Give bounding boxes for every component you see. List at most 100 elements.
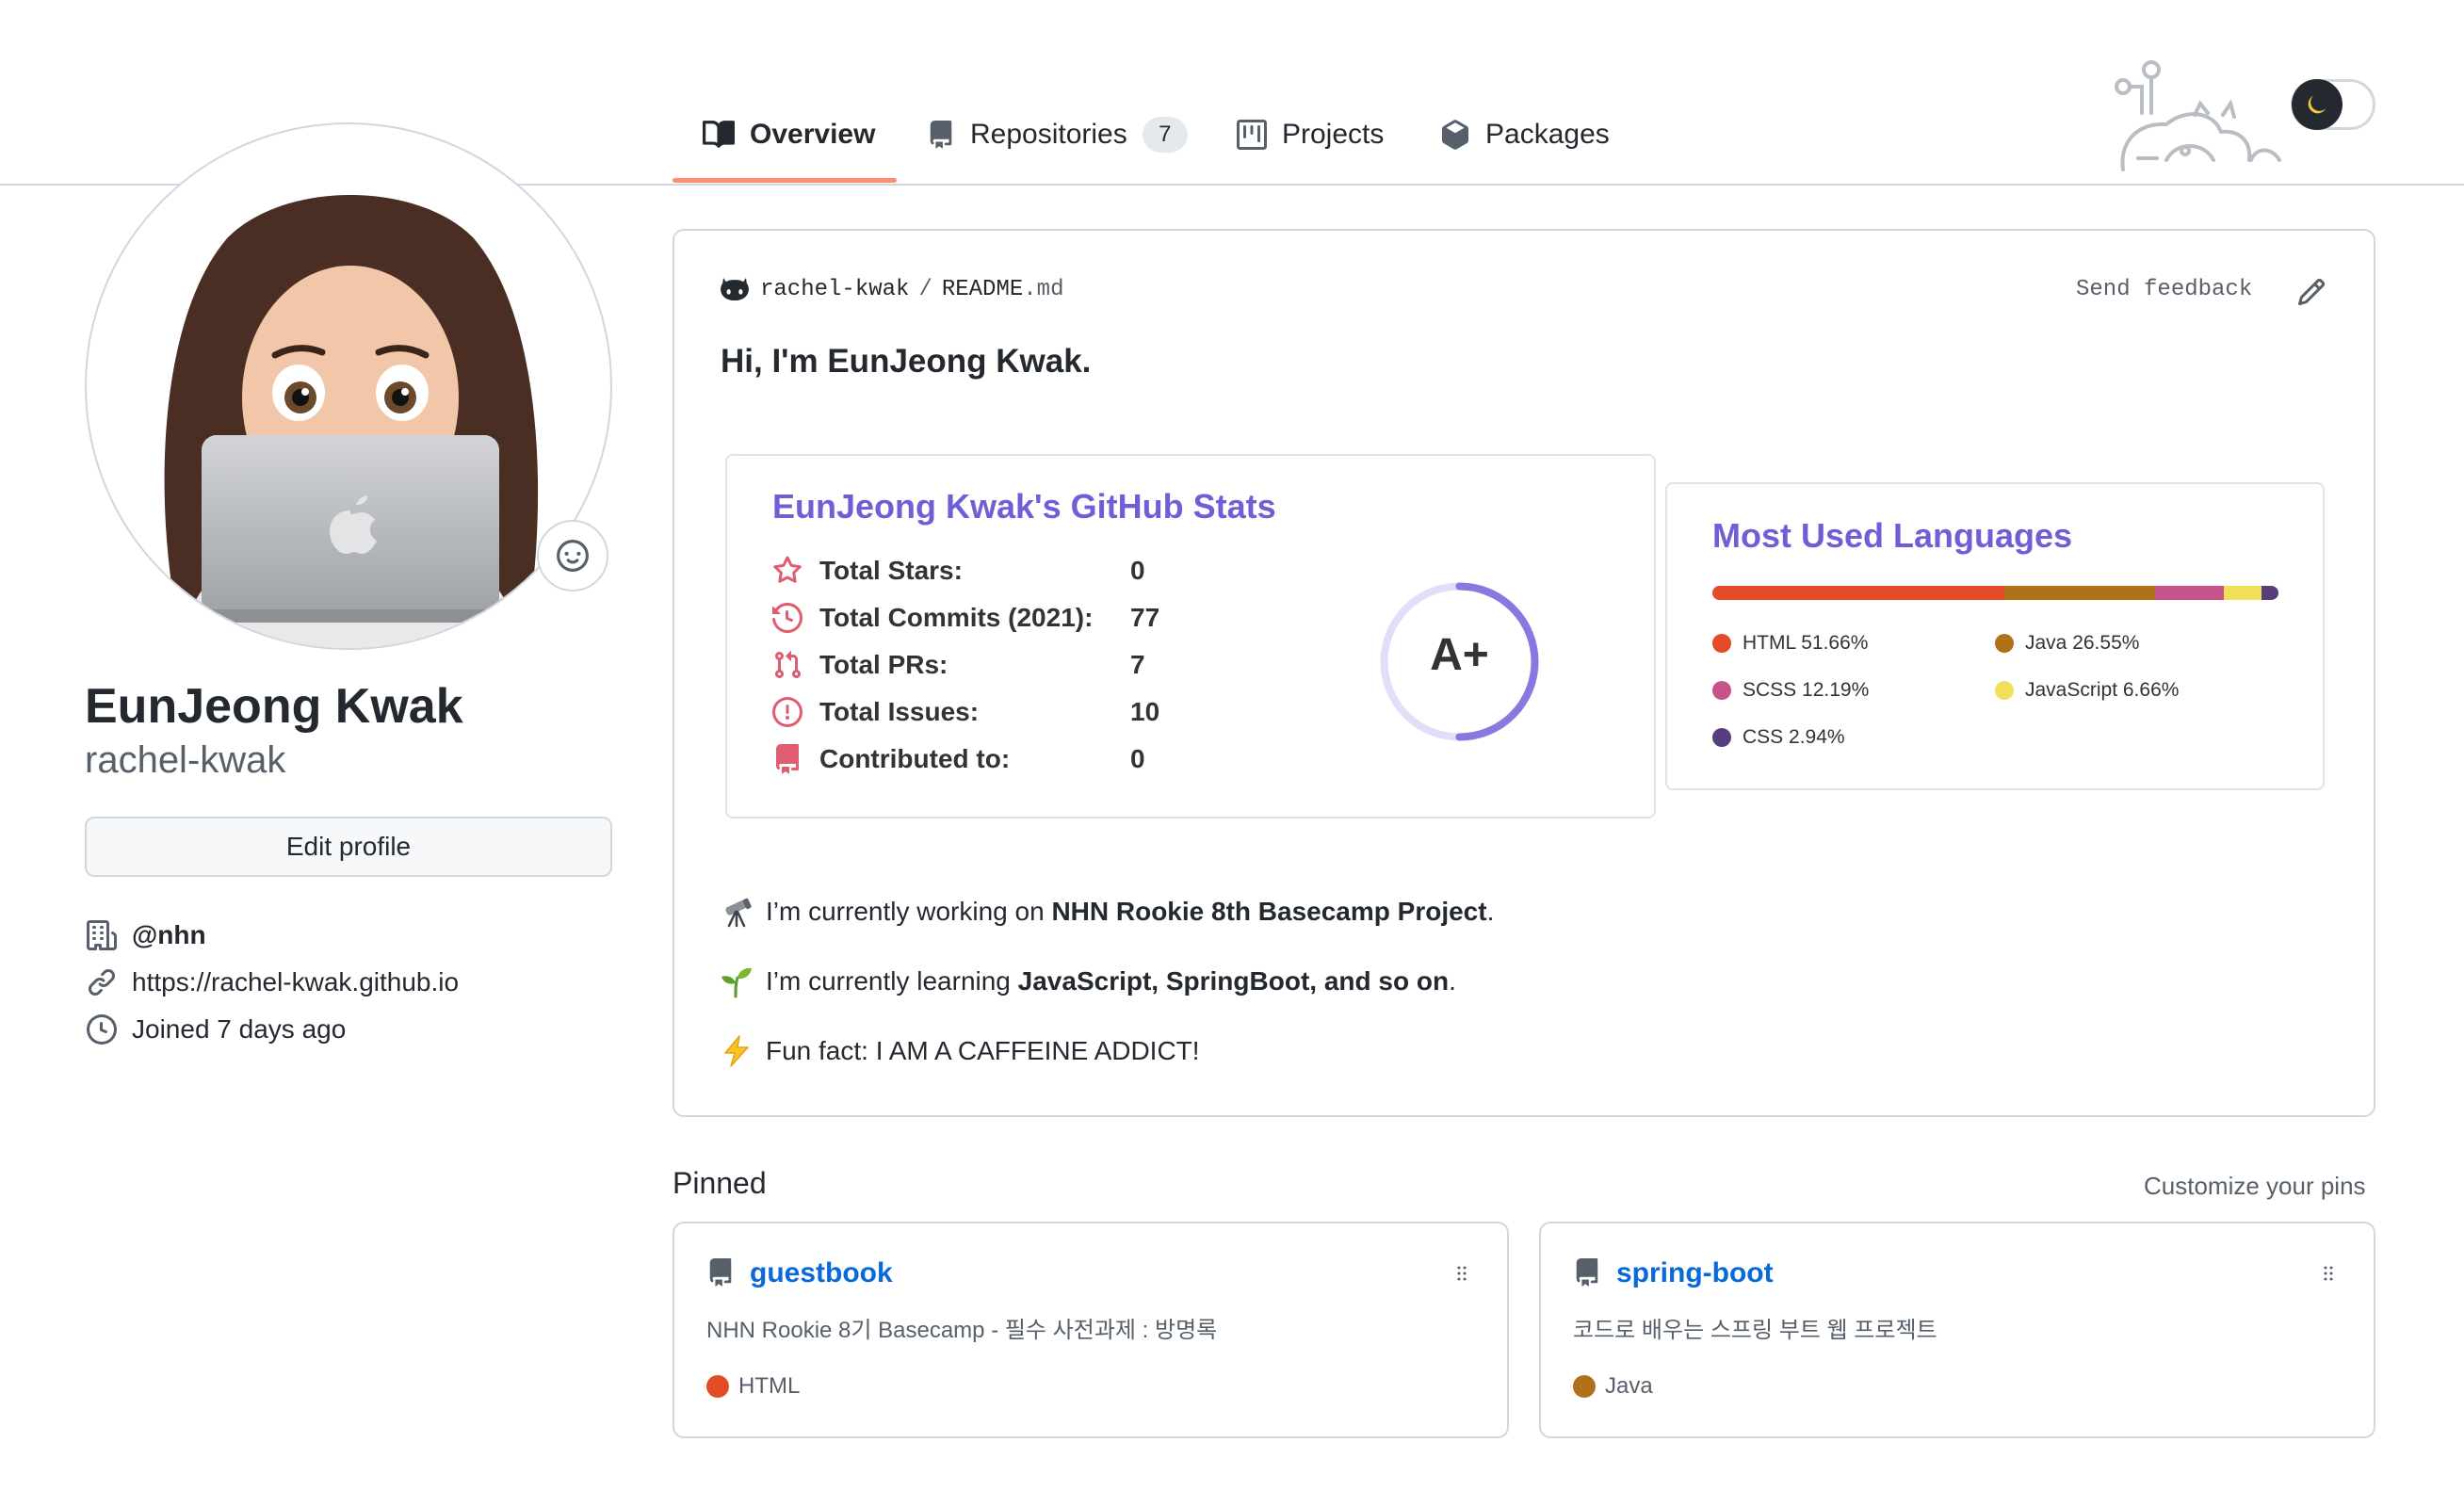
readme-bullet-working: I’m currently working on NHN Rookie 8th … (719, 891, 1494, 932)
lang-dot (1995, 681, 2014, 700)
edit-profile-button[interactable]: Edit profile (85, 817, 612, 877)
stat-row-commits: Total Commits (2021): 77 (770, 599, 1159, 637)
language-color-dot (706, 1375, 729, 1398)
bullet-text-end: . (1486, 897, 1495, 926)
readme-filename[interactable]: README (942, 277, 1023, 302)
pinned-repo-description: NHN Rookie 8기 Basecamp - 필수 사전과제 : 방명록 (706, 1318, 1218, 1343)
bullet-bold-text: JavaScript, SpringBoot, and so on (1017, 966, 1450, 996)
stat-row-prs: Total PRs: 7 (770, 646, 1145, 684)
stat-label: Total PRs: (819, 650, 948, 679)
lang-dot (1712, 681, 1731, 700)
organization-icon (85, 918, 119, 952)
stat-value: 0 (1130, 556, 1145, 585)
readme-owner[interactable]: rachel-kwak (760, 277, 909, 302)
languages-progress-bar (1712, 586, 2278, 600)
send-feedback-link[interactable]: Send feedback (2076, 277, 2252, 302)
stat-row-stars: Total Stars: 0 (770, 552, 1145, 590)
repo-icon (770, 742, 804, 776)
stats-card-title: EunJeong Kwak's GitHub Stats (772, 487, 1276, 526)
repo-icon (1573, 1257, 1601, 1288)
pinned-repo-language: HTML (706, 1373, 800, 1400)
tab-repositories[interactable]: Repositories 7 (927, 105, 1188, 164)
active-tab-indicator (673, 178, 897, 183)
lang-legend-scss: SCSS 12.19% (1712, 674, 1869, 706)
lang-legend-java: Java 26.55% (1995, 627, 2139, 659)
readme-bullet-learning: I’m currently learning JavaScript, Sprin… (719, 961, 1456, 1002)
lightning-icon (719, 1033, 754, 1069)
repo-icon (706, 1257, 735, 1288)
moon-icon (2292, 79, 2342, 130)
lang-dot (1712, 728, 1731, 747)
lang-legend-javascript: JavaScript 6.66% (1995, 674, 2179, 706)
tab-overview[interactable]: Overview (703, 105, 875, 164)
languages-card-title: Most Used Languages (1712, 516, 2073, 555)
grade-text: A+ (1430, 630, 1489, 680)
bullet-text: Fun fact: I AM A CAFFEINE ADDICT! (766, 1036, 1200, 1065)
readme-path-separator: / (918, 276, 932, 302)
pinned-section-title: Pinned (673, 1166, 767, 1200)
package-icon (1440, 120, 1470, 150)
readme-extension: .md (1023, 276, 1064, 302)
website-link[interactable]: https://rachel-kwak.github.io (132, 967, 459, 997)
tab-packages-label: Packages (1485, 119, 1610, 150)
pinned-repo-language-label: HTML (738, 1373, 801, 1399)
tab-repositories-label: Repositories (970, 119, 1127, 150)
stat-label: Total Stars: (819, 556, 963, 585)
lang-legend-label: SCSS 12.19% (1743, 679, 1870, 701)
stat-row-contributed: Contributed to: 0 (770, 740, 1145, 778)
project-icon (1237, 120, 1267, 150)
drag-handle-icon[interactable] (1451, 1260, 1473, 1287)
lang-legend-label: Java 26.55% (2025, 632, 2140, 654)
tab-packages[interactable]: Packages (1440, 105, 1610, 164)
readme-path: rachel-kwak / README.md (719, 275, 1063, 303)
smiley-icon (557, 540, 589, 572)
clock-icon (85, 1013, 119, 1046)
tab-projects-label: Projects (1282, 119, 1385, 150)
profile-joined: Joined 7 days ago (85, 1009, 346, 1050)
language-color-dot (1573, 1375, 1596, 1398)
stat-value: 77 (1130, 603, 1160, 632)
seedling-icon (719, 964, 754, 999)
pinned-repo-name[interactable]: guestbook (750, 1257, 893, 1289)
stat-label: Total Commits (2021): (819, 603, 1094, 632)
bullet-text: I’m currently working on (766, 897, 1052, 926)
pinned-repo-name[interactable]: spring-boot (1616, 1257, 1774, 1289)
history-icon (770, 601, 804, 635)
profile-organization: @nhn (85, 915, 206, 956)
lang-legend-label: JavaScript 6.66% (2025, 679, 2180, 701)
theme-toggle[interactable] (2291, 79, 2375, 130)
organization-name[interactable]: @nhn (132, 920, 206, 950)
readme-heading: Hi, I'm EunJeong Kwak. (721, 343, 1092, 380)
book-icon (703, 119, 735, 151)
avatar[interactable] (85, 122, 612, 650)
pinned-repo-language: Java (1573, 1373, 1653, 1400)
edit-readme-button[interactable] (2296, 277, 2326, 307)
telescope-icon (719, 894, 754, 930)
readme-bullet-fun-fact: Fun fact: I AM A CAFFEINE ADDICT! (719, 1030, 1200, 1072)
customize-pins-link[interactable]: Customize your pins (2144, 1172, 2366, 1201)
link-icon (85, 965, 119, 999)
stat-label: Contributed to: (819, 744, 1011, 773)
lang-legend-html: HTML 51.66% (1712, 627, 1868, 659)
stat-value: 0 (1130, 744, 1145, 773)
joined-text: Joined 7 days ago (132, 1014, 347, 1044)
bullet-text-end: . (1449, 966, 1456, 996)
star-icon (770, 554, 804, 588)
pinned-repo-language-label: Java (1605, 1373, 1653, 1399)
lang-bar-segment-javascript (2224, 586, 2262, 600)
profile-username: rachel-kwak (85, 739, 286, 781)
drag-handle-icon[interactable] (2317, 1260, 2340, 1287)
repo-icon (927, 120, 955, 150)
octocat-doodle-icon (2110, 57, 2317, 179)
pull-request-icon (770, 648, 804, 682)
set-status-button[interactable] (537, 520, 608, 591)
pinned-repo-description: 코드로 배우는 스프링 부트 웹 프로젝트 (1573, 1318, 1937, 1343)
stat-value: 7 (1130, 650, 1145, 679)
issue-icon (770, 695, 804, 729)
lang-bar-segment-java (2004, 586, 2156, 600)
lang-legend-css: CSS 2.94% (1712, 721, 1845, 754)
tab-projects[interactable]: Projects (1237, 105, 1384, 164)
stat-value: 10 (1130, 697, 1160, 726)
tab-overview-label: Overview (750, 119, 876, 150)
stat-row-issues: Total Issues: 10 (770, 693, 1159, 731)
